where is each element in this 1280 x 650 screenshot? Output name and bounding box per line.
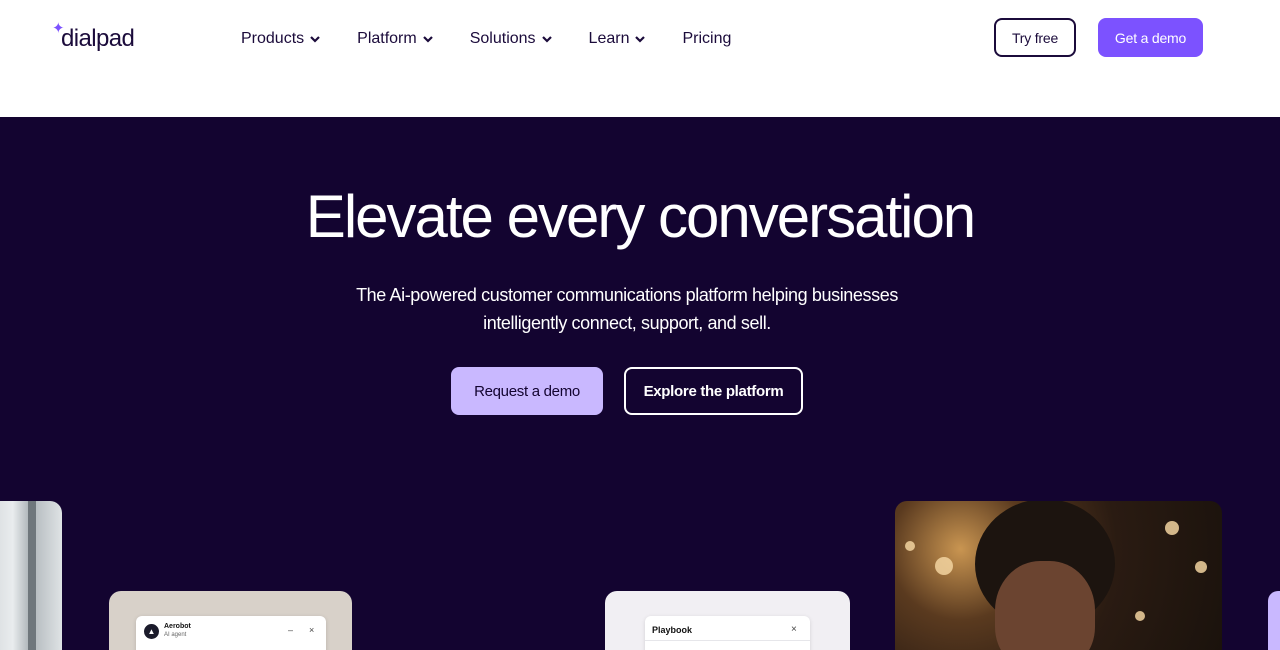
playbook-title: Playbook (652, 625, 693, 635)
logo-text: dialpad (61, 25, 135, 52)
chevron-down-icon (635, 36, 646, 43)
aerobot-card: ▲ Aerobot AI agent – × (109, 591, 352, 650)
explore-platform-button[interactable]: Explore the platform (624, 367, 803, 415)
nav-label: Pricing (682, 30, 732, 47)
nav-item-learn[interactable]: Learn (589, 30, 647, 48)
aerobot-window: ▲ Aerobot AI agent – × (136, 616, 326, 650)
nav-label: Products (241, 30, 305, 47)
request-demo-button[interactable]: Request a demo (451, 367, 603, 415)
bokeh-light (935, 557, 953, 575)
close-icon: × (309, 625, 315, 635)
photo-detail (28, 501, 36, 650)
playbook-window: Playbook × (645, 616, 810, 650)
aerobot-name: Aerobot (164, 623, 191, 630)
nav-item-solutions[interactable]: Solutions (470, 30, 553, 48)
hero-title: Elevate every conversation (305, 183, 976, 250)
partial-card (1268, 591, 1280, 650)
minimize-icon: – (288, 625, 294, 635)
chevron-down-icon (310, 36, 320, 43)
bokeh-light (1165, 521, 1179, 535)
nav-item-pricing[interactable]: Pricing (682, 30, 731, 48)
nav-label: Solutions (469, 30, 536, 47)
agent-photo (895, 501, 1222, 650)
chevron-down-icon (541, 36, 552, 43)
hero-subtitle-line: The Ai-powered customer communications p… (356, 285, 898, 305)
nav-label: Platform (357, 30, 417, 47)
office-photo (0, 501, 62, 650)
dialpad-logo[interactable]: ✦ dialpad (52, 20, 135, 54)
close-icon: × (791, 624, 797, 635)
aerobot-role: AI agent (164, 632, 187, 638)
hero-section: Elevate every conversation The Ai-powere… (0, 117, 1280, 650)
nav-item-products[interactable]: Products (241, 30, 321, 48)
get-demo-button[interactable]: Get a demo (1098, 18, 1203, 57)
main-nav: Products Platform Solutions Learn Pricin… (241, 27, 731, 51)
chevron-down-icon (422, 36, 433, 43)
playbook-card: Playbook × (605, 591, 850, 650)
divider (645, 640, 810, 641)
hero-subtitle: The Ai-powered customer communications p… (330, 281, 924, 337)
aerobot-avatar-icon: ▲ (144, 624, 159, 639)
nav-item-platform[interactable]: Platform (357, 30, 434, 48)
bokeh-light (1135, 611, 1145, 621)
try-free-button[interactable]: Try free (994, 18, 1076, 57)
nav-label: Learn (588, 30, 630, 47)
bokeh-light (1195, 561, 1207, 573)
bokeh-light (905, 541, 915, 551)
hero-subtitle-line: intelligently connect, support, and sell… (483, 313, 771, 333)
site-header: ✦ dialpad Products Platform Solutions Le… (0, 0, 1280, 117)
sparkle-icon: ✦ (52, 20, 65, 37)
person-face (995, 561, 1095, 650)
